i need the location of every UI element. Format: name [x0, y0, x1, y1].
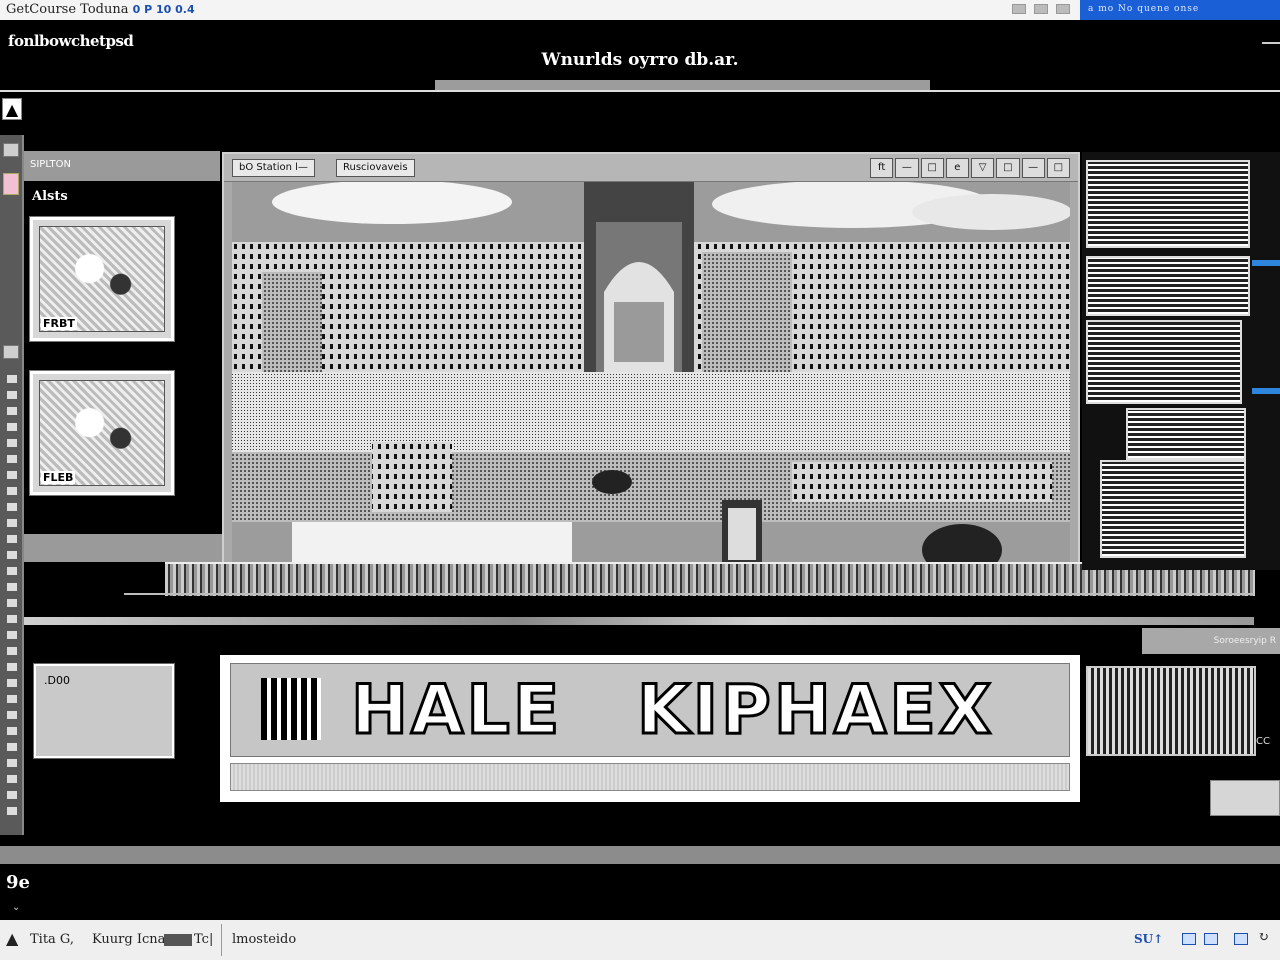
gallery-item[interactable] — [1100, 460, 1246, 558]
header-divider — [0, 90, 1280, 92]
os-title-text: GetCourse Toduna — [6, 2, 129, 17]
play-icon[interactable] — [1204, 933, 1218, 945]
image-icon[interactable]: ▲ — [2, 98, 22, 120]
os-notification-panel[interactable]: a mo No quene onse — [1080, 0, 1280, 20]
tray-icon[interactable] — [1034, 4, 1048, 14]
viewer-toolbar: bO Station l— Rusciovaveis ft — □ e ▽ □ … — [224, 154, 1078, 182]
tool-button[interactable] — [3, 143, 19, 157]
color-swatch[interactable] — [3, 173, 19, 195]
banner-sprite-icon — [261, 678, 321, 740]
banner-word-1: HALE — [349, 670, 563, 752]
timeline-bar[interactable] — [24, 617, 1254, 625]
os-window-title: GetCourse Toduna 0 P 10 0.4 — [6, 2, 195, 17]
gallery-item[interactable] — [1126, 408, 1246, 460]
chevron-down-icon[interactable]: ⌄ — [12, 902, 20, 913]
os-title-bar: GetCourse Toduna 0 P 10 0.4 a mo No quen… — [0, 0, 1280, 20]
dropdown-separator: l— — [295, 162, 308, 173]
gallery-item[interactable] — [1086, 256, 1250, 316]
asset-thumbnail[interactable]: FRBT — [29, 216, 175, 342]
os-tray-icons — [1012, 4, 1076, 16]
maximize-icon[interactable]: □ — [1046, 158, 1070, 178]
asset-thumbnail[interactable]: FLEB — [29, 370, 175, 496]
triangle-logo-icon[interactable]: ▲ — [6, 929, 18, 948]
status-item[interactable]: Kuurg Icna — [92, 932, 165, 947]
display-icon[interactable] — [1234, 933, 1248, 945]
city-scene-image — [232, 182, 1070, 568]
tool-strip — [0, 135, 24, 835]
filter-icon[interactable]: ▽ — [971, 158, 995, 178]
station-dropdown[interactable]: bO Station l— — [232, 159, 315, 177]
status-separator — [221, 924, 222, 956]
image-viewer: bO Station l— Rusciovaveis ft — □ e ▽ □ … — [222, 152, 1080, 572]
gallery-item[interactable] — [1086, 160, 1250, 248]
tool-strip-handles[interactable] — [7, 375, 17, 815]
sidebar-subheader: Alsts — [32, 189, 68, 204]
gallery-panel — [1082, 152, 1280, 570]
status-progress-bar — [164, 934, 192, 946]
gallery-tile[interactable] — [1210, 780, 1280, 816]
bottom-divider — [0, 846, 1280, 864]
tray-icon[interactable] — [1012, 4, 1026, 14]
fit-icon[interactable]: ft — [870, 158, 894, 178]
gallery-accent — [1252, 388, 1280, 394]
layer-panel-text: .D00 — [44, 674, 70, 687]
frame-icon[interactable]: □ — [996, 158, 1020, 178]
title-banner[interactable]: HALE KIPHAEX — [220, 655, 1080, 802]
station-dropdown-label: bO Station — [239, 162, 292, 173]
bottom-logo: 9e — [6, 872, 30, 893]
banner-logo-area: HALE KIPHAEX — [230, 663, 1070, 757]
page-title: Wnurlds oyrro db.ar. — [541, 50, 739, 70]
sidebar-header: SIPLTON — [24, 151, 220, 181]
viewer-mode-button[interactable]: Rusciovaveis — [336, 159, 415, 177]
header-progress-bar — [435, 80, 930, 90]
gallery-caption: Soroeesryip R — [1142, 628, 1280, 654]
pixel-art-scene[interactable] — [232, 182, 1070, 568]
status-item[interactable]: Tita G, — [30, 932, 74, 947]
gallery-lower-label: CC — [1256, 736, 1270, 747]
tool-button[interactable] — [3, 345, 19, 359]
tray-icon[interactable] — [1056, 4, 1070, 14]
line-icon[interactable]: — — [895, 158, 919, 178]
status-bar: ▲ Tita G, Kuurg Icna Tc| lmosteido SU↑ ↻ — [0, 920, 1280, 960]
minimize-icon[interactable]: — — [1021, 158, 1045, 178]
settings-icon[interactable]: ↻ — [1258, 930, 1269, 945]
edit-icon[interactable]: e — [945, 158, 969, 178]
banner-strip — [230, 763, 1070, 791]
status-right-text[interactable]: SU↑ — [1134, 932, 1163, 946]
os-title-indicators: 0 P 10 0.4 — [132, 3, 195, 16]
layer-panel[interactable]: .D00 — [33, 663, 175, 759]
status-item[interactable]: lmosteido — [232, 932, 296, 947]
square-icon[interactable]: □ — [920, 158, 944, 178]
banner-word-2: KIPHAEX — [635, 670, 995, 752]
sidebar-footer-bar — [24, 534, 224, 562]
gallery-accent — [1252, 260, 1280, 266]
gallery-item[interactable] — [1086, 666, 1256, 756]
thumbnail-label: FRBT — [41, 317, 77, 330]
viewer-icon-group: ft — □ e ▽ □ — □ — [870, 158, 1070, 178]
gallery-item[interactable] — [1086, 320, 1242, 404]
section-divider — [124, 593, 1254, 595]
app-name: fonlbowchetpsd — [8, 32, 134, 50]
window-icon[interactable] — [1182, 933, 1196, 945]
thumbnail-label: FLEB — [41, 471, 76, 484]
minimize-icon[interactable] — [1262, 42, 1280, 44]
status-item[interactable]: Tc| — [194, 932, 213, 947]
